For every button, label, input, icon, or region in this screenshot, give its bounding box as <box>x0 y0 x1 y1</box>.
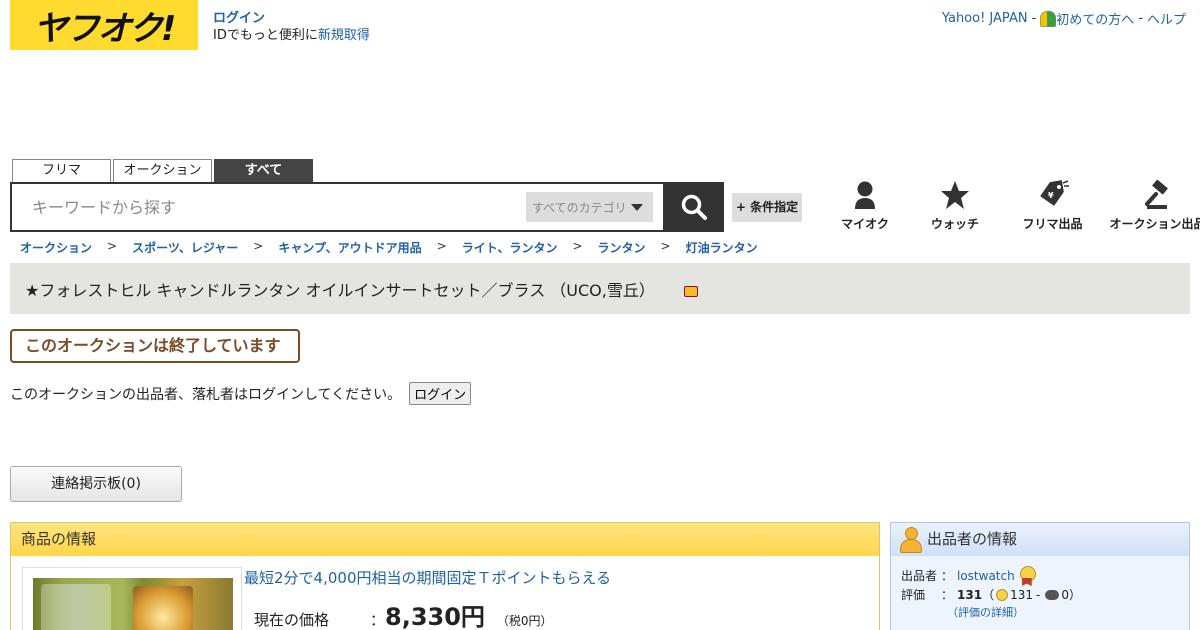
star-icon <box>941 181 969 209</box>
separator: - <box>1031 11 1037 26</box>
breadcrumb-item[interactable]: ライト、ランタン <box>462 239 558 256</box>
svg-text:¥: ¥ <box>1048 191 1054 200</box>
seller-name-link[interactable]: lostwatch <box>957 567 1015 585</box>
tab-flea-market[interactable]: フリマ <box>12 159 111 182</box>
nav-label: フリマ出品 <box>1022 217 1083 231</box>
auction-ended-banner: このオークションは終了しています <box>10 329 300 363</box>
breadcrumb-item[interactable]: オークション <box>20 239 92 256</box>
colon: ： <box>370 611 386 629</box>
seller-info-panel: 出品者の情報 出品者 ： lostwatch 評価 ： 131 （ 131 - … <box>890 522 1190 630</box>
rating-row: 評価 ： 131 （ 131 - 0 ） <box>901 586 1189 604</box>
tpoint-promo-link[interactable]: 最短2分で4,000円相当の期間固定Ｔポイントもらえる <box>244 567 611 588</box>
good-rating-icon <box>996 589 1009 601</box>
beginner-link-label: 初めての方へ <box>1056 13 1135 28</box>
auction-sell-link[interactable]: オークション出品 <box>1105 180 1200 232</box>
yahuoku-logo[interactable]: ヤフオク! <box>10 0 198 50</box>
seller-info-heading: 出品者の情報 <box>891 523 1189 556</box>
top-links: Yahoo! JAPAN - 初めての方へ - ヘルプ <box>942 9 1186 28</box>
nav-label: マイオク <box>841 217 889 231</box>
gavel-icon <box>1144 180 1168 209</box>
paren-open: （ <box>982 588 995 602</box>
price-row: 現在の価格 ： 8,330円 （税0円） <box>254 597 553 630</box>
login-notice: このオークションの出品者、落札者はログインしてください。 ログイン <box>10 382 472 405</box>
paren-close: ） <box>1068 588 1081 602</box>
yahoo-japan-link[interactable]: Yahoo! JAPAN <box>942 11 1028 26</box>
tax-amount: （税0円） <box>496 614 553 628</box>
breadcrumb-item[interactable]: キャンプ、アウトドア用品 <box>278 239 421 256</box>
login-box: ログイン IDでもっと便利に新規取得 <box>213 10 370 44</box>
breadcrumb-separator: > <box>572 239 583 253</box>
watch-link[interactable]: ウォッチ <box>910 180 1000 232</box>
medal-icon <box>1019 566 1036 586</box>
seller-label: 出品者 <box>901 569 938 583</box>
item-info-heading: 商品の情報 <box>11 523 879 556</box>
seller-body: 出品者 ： lostwatch 評価 ： 131 （ 131 - 0 ） （評価… <box>891 556 1189 622</box>
seller-person-icon <box>899 527 922 553</box>
item-image <box>33 578 233 630</box>
current-price: 8,330円 <box>385 603 485 630</box>
search-button[interactable] <box>663 182 724 232</box>
rating-detail-link[interactable]: （評価の詳細） <box>947 606 1024 619</box>
rating-label: 評価 <box>901 588 926 602</box>
search-tabs: フリマ オークション すべて <box>12 159 313 182</box>
search-bar: すべてのカテゴリ <box>10 182 724 232</box>
nav-icons: マイオク ウォッチ ¥ フリマ出品 オークション出品 <box>820 180 1200 232</box>
my-auction-link[interactable]: マイオク <box>820 180 910 232</box>
search-icon <box>681 194 707 220</box>
breadcrumb-item[interactable]: スポーツ、レジャー <box>132 239 238 256</box>
login-notice-text: このオークションの出品者、落札者はログインしてください。 <box>10 386 402 403</box>
item-thumbnail[interactable] <box>22 567 242 630</box>
tab-auction[interactable]: オークション <box>113 159 212 182</box>
signup-link[interactable]: 新規取得 <box>318 28 370 43</box>
person-icon <box>855 181 875 209</box>
rating-total[interactable]: 131 <box>957 586 982 604</box>
item-info-panel: 商品の情報 最短2分で4,000円相当の期間固定Ｔポイントもらえる 現在の価格 … <box>10 522 880 630</box>
separator: - <box>1138 11 1143 26</box>
seller-heading-text: 出品者の情報 <box>927 530 1018 548</box>
nav-label: ウォッチ <box>930 217 979 231</box>
item-title-bar: ★フォレストヒル キャンドルランタン オイルインサートセット／ブラス （UCO,… <box>10 263 1190 314</box>
good-count: 131 <box>1010 588 1033 602</box>
tag-icon: ¥ <box>1039 180 1069 206</box>
colon: ： <box>940 569 953 583</box>
nav-label: オークション出品 <box>1109 217 1200 231</box>
breadcrumb-item[interactable]: 灯油ランタン <box>686 239 758 256</box>
bad-count: 0 <box>1061 588 1069 602</box>
beginner-link[interactable]: 初めての方へ <box>1040 9 1134 28</box>
search-input[interactable] <box>12 184 526 230</box>
contact-board-button[interactable]: 連絡掲示板(0) <box>10 466 182 502</box>
item-title: ★フォレストヒル キャンドルランタン オイルインサートセット／ブラス （UCO,… <box>25 280 655 300</box>
dash: - <box>1035 588 1041 602</box>
login-link[interactable]: ログイン <box>213 11 265 26</box>
breadcrumb-separator: > <box>660 239 671 253</box>
breadcrumb-item[interactable]: ランタン <box>598 239 646 256</box>
help-link[interactable]: ヘルプ <box>1147 9 1186 28</box>
bad-rating-icon <box>1045 590 1060 600</box>
breadcrumb-separator: > <box>436 239 447 253</box>
seller-row: 出品者 ： lostwatch <box>901 566 1189 586</box>
breadcrumb-separator: > <box>253 239 264 253</box>
login-button[interactable]: ログイン <box>409 382 472 405</box>
chevron-down-icon <box>630 203 643 211</box>
category-select[interactable]: すべてのカテゴリ <box>526 192 653 222</box>
login-sub-text: IDでもっと便利に <box>213 28 318 43</box>
logo-text: ヤフオク! <box>33 8 177 49</box>
beginner-mark-icon <box>1040 11 1057 27</box>
breadcrumb: オークション > スポーツ、レジャー > キャンプ、アウトドア用品 > ライト、… <box>20 239 758 256</box>
breadcrumb-separator: > <box>107 239 118 253</box>
flea-market-sell-link[interactable]: ¥ フリマ出品 <box>1000 180 1105 232</box>
category-badge-icon <box>683 282 698 297</box>
price-label: 現在の価格 <box>254 611 330 629</box>
colon: ： <box>940 588 953 602</box>
category-select-value: すべてのカテゴリ <box>532 200 627 215</box>
tab-all[interactable]: すべて <box>214 159 313 182</box>
condition-button[interactable]: + 条件指定 <box>732 193 802 222</box>
